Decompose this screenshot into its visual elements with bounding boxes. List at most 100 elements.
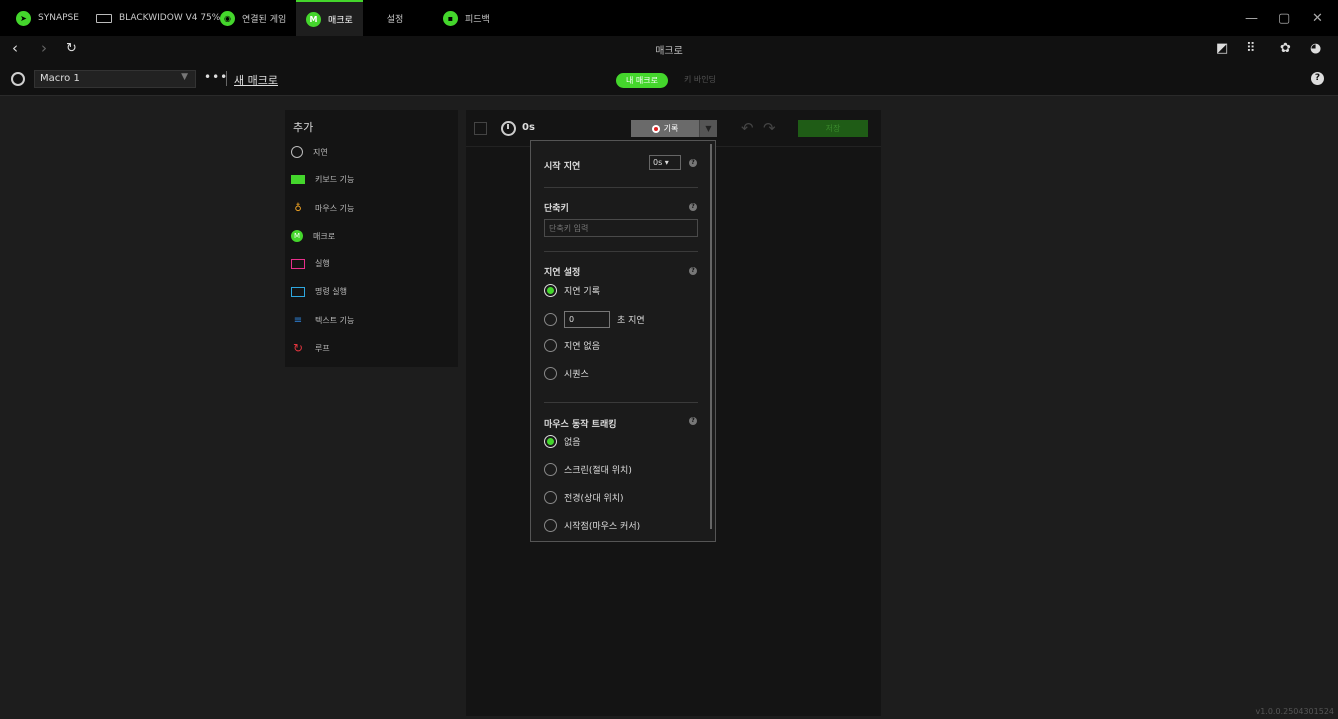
hotkey-input[interactable]: 단축키 입력 xyxy=(544,219,698,237)
add-item-label: 텍스트 기능 xyxy=(315,315,355,325)
select-all-checkbox[interactable] xyxy=(474,122,487,135)
radio-label: 시퀀스 xyxy=(564,370,589,380)
radio-label: 스크린(절대 위치) xyxy=(564,466,632,476)
tab-blackwidow[interactable]: BLACKWIDOW V4 75% xyxy=(96,0,220,36)
add-item-delay[interactable]: 지연 xyxy=(291,146,328,158)
loop-icon: ↻ xyxy=(292,341,304,355)
help-icon[interactable]: ? xyxy=(689,417,697,425)
macro-icon: M xyxy=(306,11,321,27)
new-macro-link[interactable]: 새 매크로 xyxy=(234,72,278,88)
feedback-icon: ▪ xyxy=(443,10,458,26)
help-icon[interactable]: ? xyxy=(689,267,697,275)
radio-button[interactable] xyxy=(544,435,557,448)
tab-key-binding[interactable]: 키 바인딩 xyxy=(684,74,716,85)
save-button[interactable]: 저장 xyxy=(798,120,868,137)
add-panel: 추가 지연 키보드 기능 ♁ 마우스 기능 M 매크로 실행 명령 실행 ≡ 텍… xyxy=(285,110,458,367)
radio-button[interactable] xyxy=(544,491,557,504)
record-icon xyxy=(651,124,660,133)
help-icon[interactable]: ? xyxy=(1311,72,1324,85)
delay-seconds-input[interactable]: 0 xyxy=(564,311,610,328)
start-delay-label: 시작 지연 xyxy=(544,162,581,172)
minimize-icon[interactable]: — xyxy=(1245,0,1258,36)
radio-button[interactable] xyxy=(544,284,557,297)
radio-label: 지연 없음 xyxy=(564,342,600,352)
start-delay-select[interactable]: 0s ▾ xyxy=(649,155,681,170)
help-icon[interactable]: ? xyxy=(689,159,697,167)
add-item-text[interactable]: ≡ 텍스트 기능 xyxy=(291,314,355,326)
more-options-icon[interactable]: ••• xyxy=(204,70,228,84)
macro-select-value: Macro 1 xyxy=(40,73,80,84)
divider xyxy=(226,71,227,86)
radio-button[interactable] xyxy=(544,313,557,326)
synapse-icon: ➤ xyxy=(16,10,31,26)
radio-mouse-none[interactable]: 없음 xyxy=(544,435,581,448)
radio-no-delay[interactable]: 지연 없음 xyxy=(544,339,600,352)
tab-macro[interactable]: M 매크로 xyxy=(296,0,363,36)
add-item-label: 실행 xyxy=(315,259,330,268)
tab-feedback[interactable]: ▪ 피드백 xyxy=(443,0,490,36)
chevron-down-icon: ▼ xyxy=(181,72,188,82)
radio-button[interactable] xyxy=(544,519,557,532)
divider xyxy=(544,251,698,252)
tab-label: 설정 xyxy=(386,14,404,25)
close-icon[interactable]: ✕ xyxy=(1312,0,1323,36)
radio-button[interactable] xyxy=(544,367,557,380)
add-item-loop[interactable]: ↻ 루프 xyxy=(291,341,330,355)
apps-grid-icon[interactable]: ⠿ xyxy=(1246,41,1256,56)
redo-icon[interactable]: ↷ xyxy=(763,119,776,137)
clock-icon xyxy=(291,146,303,158)
add-item-keyboard[interactable]: 키보드 기능 xyxy=(291,174,354,185)
radio-mouse-foreground[interactable]: 전경(상대 위치) xyxy=(544,491,624,504)
add-item-launch[interactable]: 실행 xyxy=(291,258,330,269)
radio-mouse-screen[interactable]: 스크린(절대 위치) xyxy=(544,463,632,476)
macro-select[interactable]: Macro 1 ▼ xyxy=(34,70,196,88)
tab-connected-games[interactable]: ◉ 연결된 게임 xyxy=(220,0,286,36)
tab-label: 매크로 xyxy=(328,15,353,26)
keyboard-icon xyxy=(291,175,305,184)
text-icon: ≡ xyxy=(293,314,303,326)
tab-label: BLACKWIDOW V4 75% xyxy=(119,13,221,23)
undo-icon[interactable]: ↶ xyxy=(741,119,754,137)
page-title: 매크로 xyxy=(655,46,683,57)
launch-icon xyxy=(291,258,305,269)
divider xyxy=(544,187,698,188)
gamepad-icon: ◉ xyxy=(220,10,235,26)
record-main[interactable]: 기록 xyxy=(631,120,699,137)
tab-my-macros[interactable]: 내 매크로 xyxy=(616,73,668,88)
profile-icon[interactable]: ◕ xyxy=(1310,41,1321,56)
chevron-down-icon[interactable]: ▼ xyxy=(699,120,717,137)
add-item-command[interactable]: 명령 실행 xyxy=(291,286,347,297)
add-item-macro[interactable]: M 매크로 xyxy=(291,230,335,242)
add-item-label: 키보드 기능 xyxy=(315,175,355,184)
help-icon[interactable]: ? xyxy=(689,203,697,211)
radio-sequence[interactable]: 시퀀스 xyxy=(544,367,589,380)
macro-icon: M xyxy=(291,230,303,242)
dashboard-icon[interactable]: ◩ xyxy=(1216,41,1228,56)
radio-label: 전경(상대 위치) xyxy=(564,494,624,504)
keyboard-icon xyxy=(96,13,112,23)
radio-record-delay[interactable]: 지연 기록 xyxy=(544,284,600,297)
radio-mouse-origin[interactable]: 시작점(마우스 커서) xyxy=(544,519,640,532)
record-label: 기록 xyxy=(663,124,679,133)
add-item-mouse[interactable]: ♁ 마우스 기능 xyxy=(291,202,354,214)
tab-label: SYNAPSE xyxy=(38,13,79,23)
add-item-label: 지연 xyxy=(313,147,328,157)
mouse-tracking-label: 마우스 동작 트래킹 xyxy=(544,420,617,430)
tab-settings[interactable]: ✿ 설정 xyxy=(373,0,403,36)
gear-icon[interactable]: ✿ xyxy=(1280,41,1291,56)
radio-button[interactable] xyxy=(544,463,557,476)
mouse-icon: ♁ xyxy=(294,202,302,214)
macro-toolbar: Macro 1 ▼ ••• 새 매크로 내 매크로 키 바인딩 ? xyxy=(0,62,1338,96)
maximize-icon[interactable]: ▢ xyxy=(1278,0,1290,36)
radio-label: 초 지연 xyxy=(617,316,645,326)
tab-synapse[interactable]: ➤ SYNAPSE xyxy=(16,0,79,36)
add-panel-title: 추가 xyxy=(293,121,314,134)
radio-button[interactable] xyxy=(544,339,557,352)
version-label: v1.0.0.2504301524 xyxy=(1255,707,1334,716)
macro-list-icon[interactable] xyxy=(11,72,25,86)
radio-fixed-delay[interactable]: 0 초 지연 xyxy=(544,311,645,328)
add-item-label: 루프 xyxy=(315,343,330,353)
scrollbar[interactable] xyxy=(710,144,712,529)
top-tab-bar: ➤ SYNAPSE BLACKWIDOW V4 75% ◉ 연결된 게임 M 매… xyxy=(0,0,1338,36)
record-button[interactable]: 기록 ▼ xyxy=(631,120,717,137)
